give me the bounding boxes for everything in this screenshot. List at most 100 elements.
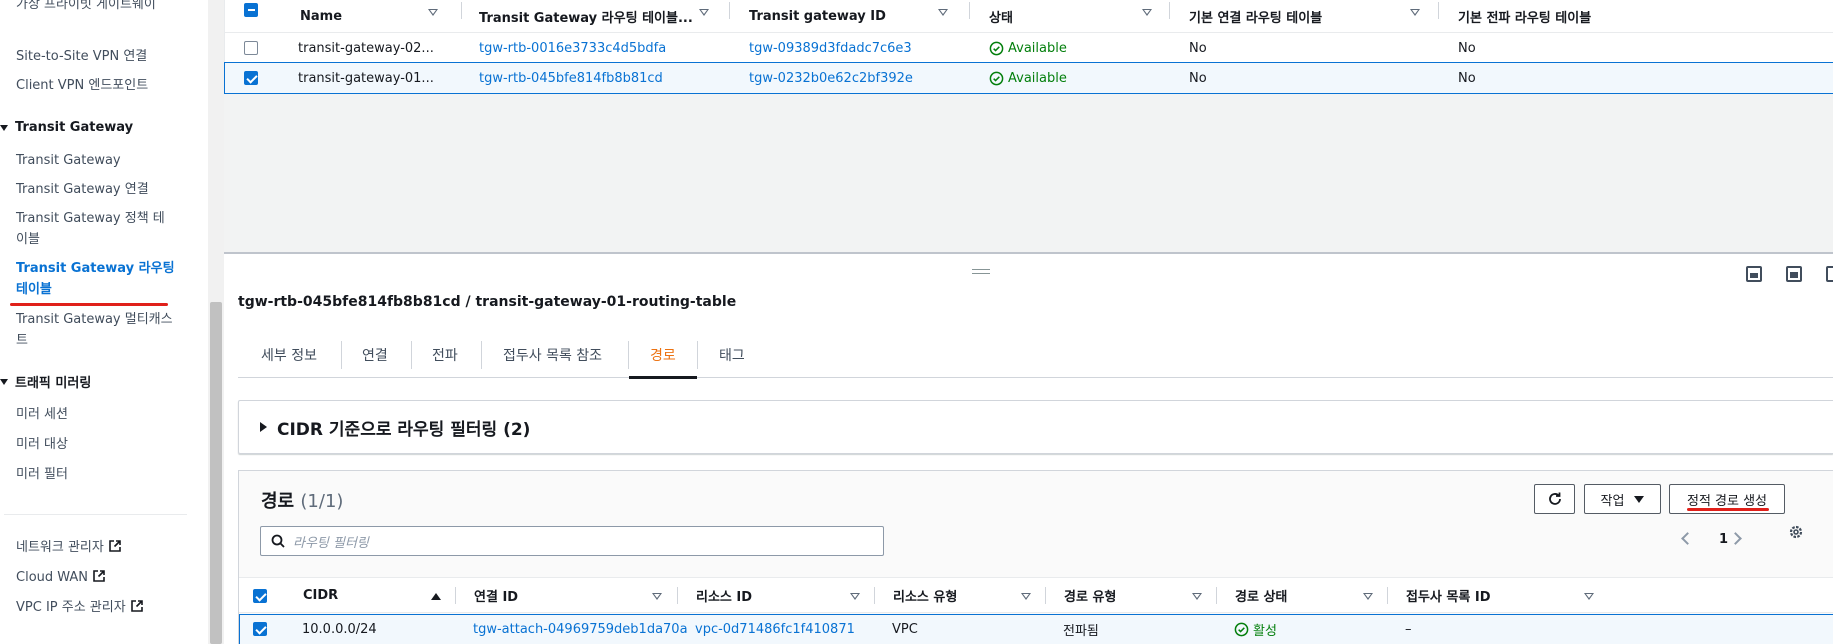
- tab-associations[interactable]: 연결: [362, 332, 388, 378]
- cidr-filter-expandable[interactable]: CIDR 기준으로 라우팅 필터링 (2): [238, 400, 1833, 454]
- column-header-name[interactable]: Name: [300, 0, 342, 32]
- sidebar-item-cloud-wan[interactable]: Cloud WAN: [16, 567, 176, 588]
- chevron-left-icon[interactable]: [1681, 532, 1694, 545]
- sidebar-item-vpc-ipam[interactable]: VPC IP 주소 관리자: [16, 597, 176, 618]
- sidebar-item-network-manager[interactable]: 네트워크 관리자: [16, 537, 176, 558]
- caret-down-icon: [1634, 495, 1645, 503]
- row-checkbox[interactable]: [244, 41, 258, 55]
- tab-separator: [341, 341, 342, 369]
- scrollbar-thumb[interactable]: [210, 302, 222, 644]
- column-separator: [969, 2, 970, 19]
- sidebar-item-transit-gateway[interactable]: Transit Gateway: [16, 150, 176, 171]
- column-header-cidr[interactable]: CIDR: [303, 578, 338, 612]
- column-header-default-prop[interactable]: 기본 전파 라우팅 테이블: [1458, 0, 1591, 32]
- sidebar-item-tgw-route-tables[interactable]: Transit Gateway 라우팅 테이블: [16, 258, 176, 300]
- sort-icon[interactable]: [1363, 593, 1373, 600]
- sidebar-item-mirror-targets[interactable]: 미러 대상: [16, 434, 176, 455]
- column-header-tgw-id[interactable]: Transit gateway ID: [749, 0, 886, 32]
- tgw-id-link[interactable]: tgw-0232b0e62c2bf392e: [749, 63, 913, 93]
- sort-ascending-icon[interactable]: [431, 593, 441, 600]
- sidebar-item-tgw-attachments[interactable]: Transit Gateway 연결: [16, 179, 176, 200]
- column-header-prefix-list-id[interactable]: 접두사 목록 ID: [1406, 578, 1490, 612]
- sidebar-scrollbar[interactable]: [208, 0, 224, 644]
- column-separator: [1438, 2, 1439, 19]
- status-available: Available: [989, 33, 1067, 63]
- sidebar-item-s2s-vpn[interactable]: Site-to-Site VPN 연결: [16, 46, 176, 67]
- column-separator: [729, 2, 730, 19]
- sidebar-item-client-vpn[interactable]: Client VPN 엔드포인트: [16, 75, 176, 96]
- column-header-route-state[interactable]: 경로 상태: [1235, 578, 1287, 612]
- split-panel-divider[interactable]: [224, 252, 1833, 254]
- check-circle-icon: [1234, 622, 1249, 637]
- sidebar-item-mirror-sessions[interactable]: 미러 세션: [16, 404, 176, 425]
- drag-handle-icon[interactable]: [972, 269, 990, 274]
- sort-icon[interactable]: [1192, 593, 1202, 600]
- actions-dropdown[interactable]: 작업: [1584, 484, 1661, 514]
- sort-icon[interactable]: [850, 593, 860, 600]
- tab-details[interactable]: 세부 정보: [261, 332, 317, 378]
- route-search-input[interactable]: 라우팅 필터링: [260, 526, 884, 556]
- row-name: transit-gateway-01...: [298, 70, 434, 86]
- tab-tags[interactable]: 태그: [719, 332, 745, 378]
- route-table-id-link[interactable]: tgw-rtb-0016e3733c4d5bdfa: [479, 33, 666, 63]
- sidebar-item-tgw-policy-tables[interactable]: Transit Gateway 정책 테이블: [16, 208, 176, 250]
- table-row-selected[interactable]: 10.0.0.0/24 tgw-attach-04969759deb1da70a…: [239, 614, 1833, 644]
- external-link-icon: [93, 570, 105, 582]
- row-checkbox[interactable]: [253, 622, 267, 636]
- routes-table-header: CIDR 연결 ID 리소스 ID 리소스 유형 경로 유형 경로 상태 접두사…: [239, 577, 1833, 613]
- sort-icon[interactable]: [1142, 9, 1152, 16]
- sidebar-section-transit-gateway[interactable]: Transit Gateway: [0, 120, 133, 135]
- column-header-resource-id[interactable]: 리소스 ID: [696, 578, 752, 612]
- tab-separator: [628, 341, 629, 369]
- column-header-route-type[interactable]: 경로 유형: [1064, 578, 1116, 612]
- default-prop-value: No: [1458, 70, 1476, 86]
- panel-position-side-icon[interactable]: [1826, 266, 1833, 282]
- column-header-state[interactable]: 상태: [989, 0, 1013, 32]
- row-checkbox[interactable]: [244, 71, 258, 85]
- tab-routes[interactable]: 경로: [650, 332, 676, 378]
- routes-count: (1/1): [300, 491, 344, 512]
- page-number[interactable]: 1: [1719, 532, 1728, 547]
- select-all-checkbox[interactable]: [253, 589, 267, 603]
- table-row-selected[interactable]: transit-gateway-01... tgw-rtb-045bfe814f…: [224, 62, 1833, 94]
- column-header-route-table-id[interactable]: Transit Gateway 라우팅 테이블...: [479, 0, 693, 32]
- refresh-button[interactable]: [1534, 484, 1575, 514]
- route-tables-list-pane: Name Transit Gateway 라우팅 테이블... Transit …: [224, 0, 1833, 252]
- tab-propagations[interactable]: 전파: [432, 332, 458, 378]
- sort-icon[interactable]: [1410, 9, 1420, 16]
- sidebar-item-mirror-filters[interactable]: 미러 필터: [16, 464, 176, 485]
- sidebar-item-tgw-multicast[interactable]: Transit Gateway 멀티캐스트: [16, 309, 176, 351]
- column-header-resource-type[interactable]: 리소스 유형: [893, 578, 957, 612]
- sort-icon[interactable]: [938, 9, 948, 16]
- sidebar-section-traffic-mirroring[interactable]: 트래픽 미러링: [0, 372, 91, 391]
- status-active: 활성: [1234, 615, 1277, 644]
- panel-maximize-icon[interactable]: [1786, 266, 1802, 282]
- column-separator: [677, 587, 678, 604]
- resource-id-link[interactable]: vpc-0d71486fc1f410871: [695, 615, 855, 644]
- sort-icon[interactable]: [1584, 593, 1594, 600]
- sort-icon[interactable]: [1021, 593, 1031, 600]
- column-separator: [455, 587, 456, 604]
- tab-prefix-list-references[interactable]: 접두사 목록 참조: [503, 332, 602, 378]
- tgw-id-link[interactable]: tgw-09389d3fdadc7c6e3: [749, 33, 912, 63]
- chevron-right-icon[interactable]: [1729, 532, 1742, 545]
- caret-right-icon: [260, 422, 267, 432]
- table-row[interactable]: transit-gateway-02... tgw-rtb-0016e3733c…: [225, 33, 1833, 63]
- column-header-default-assoc[interactable]: 기본 연결 라우팅 테이블: [1189, 0, 1322, 32]
- column-header-attachment-id[interactable]: 연결 ID: [474, 578, 518, 612]
- row-name: transit-gateway-02...: [298, 40, 434, 56]
- sort-icon[interactable]: [428, 9, 438, 16]
- sidebar-item-vgw[interactable]: 가상 프라이빗 게이트웨이: [16, 0, 176, 15]
- select-all-checkbox[interactable]: [244, 3, 258, 17]
- settings-gear-icon[interactable]: [1788, 524, 1804, 540]
- routes-title: 경로: [261, 491, 295, 512]
- detail-title: tgw-rtb-045bfe814fb8b81cd / transit-gate…: [238, 294, 737, 310]
- panel-position-bottom-icon[interactable]: [1746, 266, 1762, 282]
- actions-label: 작업: [1600, 493, 1625, 509]
- attachment-id-link[interactable]: tgw-attach-04969759deb1da70a: [473, 615, 688, 644]
- external-link-icon: [109, 540, 121, 552]
- tab-separator: [481, 341, 482, 369]
- route-table-id-link[interactable]: tgw-rtb-045bfe814fb8b81cd: [479, 63, 663, 93]
- sort-icon[interactable]: [699, 9, 709, 16]
- sort-icon[interactable]: [652, 593, 662, 600]
